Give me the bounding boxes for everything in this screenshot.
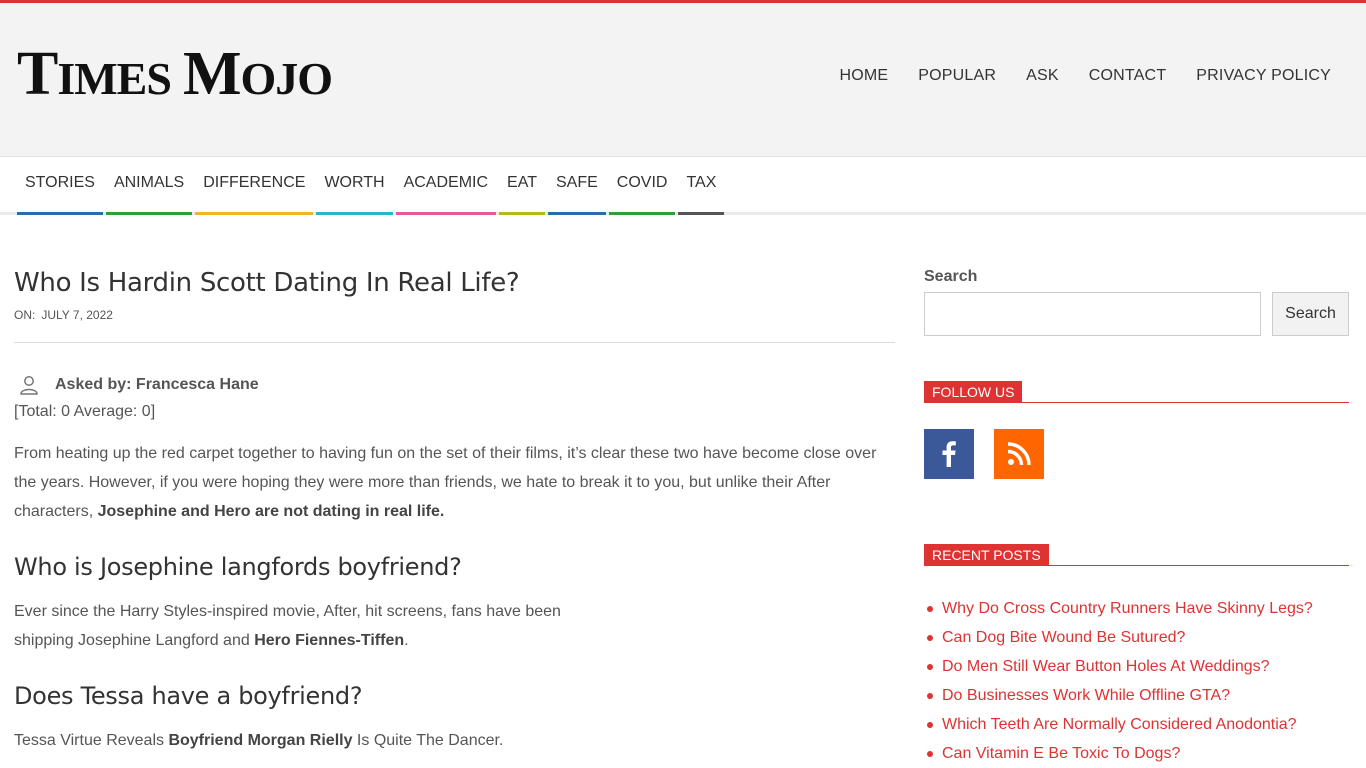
site-logo[interactable]: TIMES MOJO xyxy=(17,43,333,105)
facebook-link[interactable] xyxy=(924,429,974,479)
category-stories[interactable]: STORIES xyxy=(17,158,103,215)
nav-ask[interactable]: ASK xyxy=(1026,67,1059,85)
top-navigation: HOME POPULAR ASK CONTACT PRIVACY POLICY xyxy=(809,67,1331,85)
recent-post-link[interactable]: Can Vitamin E Be Toxic To Dogs? xyxy=(942,745,1180,762)
intro-paragraph: From heating up the red carpet together … xyxy=(14,445,877,520)
list-item: Can Dog Bite Wound Be Sutured? xyxy=(924,623,1349,652)
category-eat[interactable]: EAT xyxy=(499,158,545,215)
search-input[interactable] xyxy=(924,292,1261,336)
nav-privacy-policy[interactable]: PRIVACY POLICY xyxy=(1196,67,1331,85)
category-covid[interactable]: COVID xyxy=(608,158,676,215)
category-animals[interactable]: ANIMALS xyxy=(105,158,193,215)
category-navigation: STORIES ANIMALS DIFFERENCE WORTH ACADEMI… xyxy=(0,158,1366,215)
search-button[interactable]: Search xyxy=(1272,292,1349,336)
category-safe[interactable]: SAFE xyxy=(547,158,606,215)
category-worth[interactable]: WORTH xyxy=(316,158,393,215)
section-paragraph-1: Ever since the Harry Styles-inspired mov… xyxy=(14,603,561,649)
list-item: Do Men Still Wear Button Holes At Weddin… xyxy=(924,652,1349,681)
asked-by: Asked by: Francesca Hane xyxy=(14,375,895,395)
list-item: Why Do Cross Country Runners Have Skinny… xyxy=(924,594,1349,623)
sidebar: Search Search FOLLOW US RECENT POSTS Why… xyxy=(924,268,1349,768)
facebook-icon xyxy=(942,441,956,467)
nav-home[interactable]: HOME xyxy=(839,67,888,85)
section-paragraph-2: Tessa Virtue Reveals Boyfriend Morgan Ri… xyxy=(14,732,504,749)
search-form: Search xyxy=(924,292,1349,336)
recent-post-link[interactable]: Do Men Still Wear Button Holes At Weddin… xyxy=(942,658,1270,675)
recent-post-link[interactable]: Which Teeth Are Normally Considered Anod… xyxy=(942,716,1297,733)
post-meta-label: ON: xyxy=(14,308,36,322)
category-tax[interactable]: TAX xyxy=(678,158,725,215)
list-item: Can Vitamin E Be Toxic To Dogs? xyxy=(924,739,1349,768)
title-divider xyxy=(14,342,895,343)
recent-posts-list: Why Do Cross Country Runners Have Skinny… xyxy=(924,594,1349,768)
post-meta: ON: JULY 7, 2022 xyxy=(14,308,895,322)
nav-contact[interactable]: CONTACT xyxy=(1089,67,1167,85)
list-item: Do Businesses Work While Offline GTA? xyxy=(924,681,1349,710)
site-header: TIMES MOJO HOME POPULAR ASK CONTACT PRIVA… xyxy=(0,3,1366,157)
rss-icon xyxy=(1007,442,1031,466)
nav-popular[interactable]: POPULAR xyxy=(918,67,996,85)
page-title: Who Is Hardin Scott Dating In Real Life? xyxy=(14,268,520,298)
recent-posts-heading: RECENT POSTS xyxy=(924,544,1349,566)
social-links xyxy=(924,429,1349,479)
section-heading-2: Does Tessa have a boyfriend? xyxy=(14,682,363,710)
recent-post-link[interactable]: Can Dog Bite Wound Be Sutured? xyxy=(942,629,1185,646)
list-item: Which Teeth Are Normally Considered Anod… xyxy=(924,710,1349,739)
article: Who Is Hardin Scott Dating In Real Life?… xyxy=(14,266,895,755)
category-academic[interactable]: ACADEMIC xyxy=(395,158,497,215)
follow-us-heading: FOLLOW US xyxy=(924,381,1349,403)
user-icon xyxy=(20,376,38,395)
rss-link[interactable] xyxy=(994,429,1044,479)
search-label: Search xyxy=(924,268,978,285)
category-difference[interactable]: DIFFERENCE xyxy=(195,158,314,215)
section-heading-1: Who is Josephine langfords boyfriend? xyxy=(14,553,462,581)
rating-summary: [Total: 0 Average: 0] xyxy=(14,403,156,420)
asked-by-text: Asked by: Francesca Hane xyxy=(55,376,259,393)
post-date[interactable]: JULY 7, 2022 xyxy=(41,308,113,322)
recent-post-link[interactable]: Why Do Cross Country Runners Have Skinny… xyxy=(942,600,1313,617)
recent-post-link[interactable]: Do Businesses Work While Offline GTA? xyxy=(942,687,1230,704)
